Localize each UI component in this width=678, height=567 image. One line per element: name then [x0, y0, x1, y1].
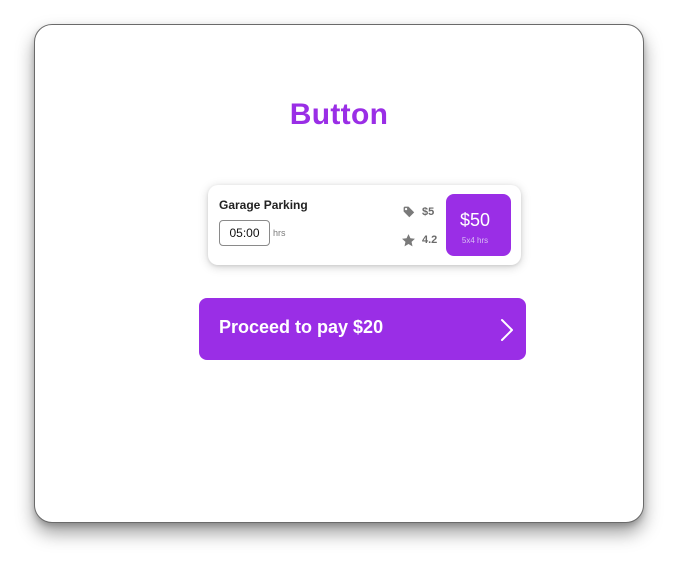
duration-input[interactable]	[219, 220, 270, 246]
page-title: Button	[289, 98, 389, 131]
total-breakdown: 5x4 hrs	[461, 236, 489, 245]
star-icon	[402, 234, 415, 247]
proceed-button-label: Proceed to pay $20	[219, 317, 384, 337]
proceed-to-pay-button[interactable]: Proceed to pay $20	[199, 298, 526, 360]
rating-value: 4.2	[422, 234, 438, 246]
parking-title: Garage Parking	[219, 198, 308, 212]
hourly-rate: $5	[422, 206, 435, 218]
parking-card: Garage Parking hrs $5 4.2 $50 5x4 hrs	[208, 185, 521, 265]
chevron-right-icon	[501, 319, 513, 341]
hours-unit-label: hrs	[273, 228, 286, 238]
price-tag-icon	[403, 206, 415, 218]
total-price-button[interactable]: $50 5x4 hrs	[446, 194, 511, 256]
total-amount: $50	[459, 210, 491, 230]
